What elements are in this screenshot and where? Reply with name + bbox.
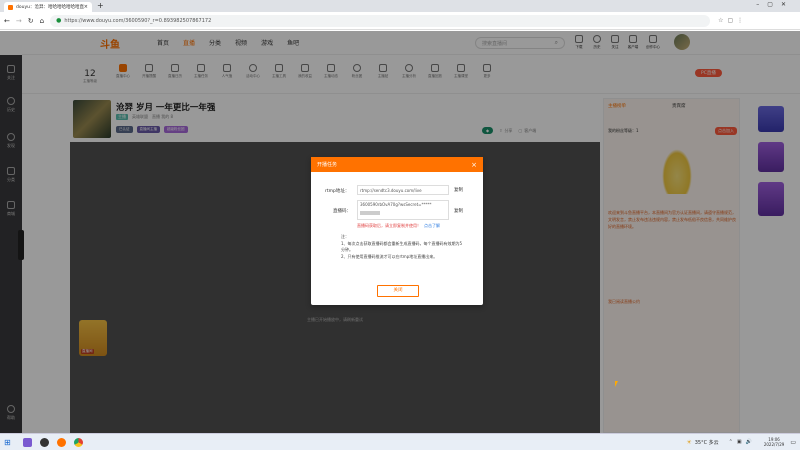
mouse-cursor (615, 381, 618, 387)
modal-notes: 注： 1、每次点击获取直播码都会重新生成直播码，每个直播码有效期为5分钟。 2、… (341, 234, 463, 260)
new-tab-icon[interactable]: + (97, 1, 104, 10)
notification-icon[interactable]: ▭ (790, 439, 796, 446)
rtmp-field[interactable]: rtmp://sendtc3.douyu.com/live (357, 185, 449, 195)
note-2: 2、只有使用直播码推流才可以在rtmp地址直播出来。 (341, 253, 438, 259)
taskbar-app-1-icon[interactable] (22, 437, 32, 447)
taskbar-app-3-icon[interactable] (56, 437, 66, 447)
tray-weather-icon: ☀ (686, 438, 692, 446)
tab-title: douyu：沧羿：哈哈哈哈哈哈哈直播 (16, 5, 84, 10)
windows-taskbar: ⊞ ☀ 35°C 多云 ⌃▣🔊 19:06 2022/7/29 ▭ (0, 433, 800, 450)
rtmp-value: rtmp://sendtc3.douyu.com/live (360, 187, 422, 193)
windows-start-icon[interactable]: ⊞ (4, 438, 11, 447)
help-link[interactable]: 点击了解 (424, 223, 440, 229)
modal-close-icon[interactable]: × (471, 161, 477, 169)
forward-icon[interactable]: → (16, 17, 22, 25)
code-field[interactable]: 3600590rbOvA70g?wsSecret=***** (357, 200, 449, 220)
browser-addressbar: ← → ↻ ⌂ ● https://www.douyu.com/3600590?… (0, 12, 800, 30)
extensions-icons[interactable]: ☆▢⋮ (718, 17, 747, 24)
tray-icons[interactable]: ⌃▣🔊 (729, 439, 756, 445)
modal-close-button[interactable]: 关闭 (377, 285, 419, 297)
modal-title: 开播任务 (317, 162, 338, 168)
window-controls[interactable]: –▢✕ (756, 1, 794, 8)
url-text: https://www.douyu.com/3600590?_r=0.89398… (64, 17, 212, 24)
taskbar-app-2-icon[interactable] (39, 437, 49, 447)
stream-task-modal: 开播任务 × rtmp地址： rtmp://sendtc3.douyu.com/… (311, 157, 483, 305)
modal-warning: 直播码获取后，请立即复制并使用！ 点击了解 (357, 223, 440, 229)
tab-close-icon[interactable]: × (84, 4, 88, 10)
code-value: 3600590rbOvA70g?wsSecret=***** (360, 202, 432, 207)
rtmp-label: rtmp地址： (325, 189, 350, 194)
code-scrollbar[interactable] (360, 211, 380, 215)
modal-header: 开播任务 × (311, 157, 483, 172)
copy-code-button[interactable]: 复制 (454, 208, 463, 214)
home-icon[interactable]: ⌂ (40, 17, 44, 25)
browser-tabbar: douyu：沧羿：哈哈哈哈哈哈哈直播 × + –▢✕ (0, 0, 800, 12)
note-1: 1、每次点击获取直播码都会重新生成直播码，每个直播码有效期为5分钟。 (341, 240, 463, 253)
tray-clock[interactable]: 19:06 2022/7/29 (764, 437, 785, 447)
copy-rtmp-button[interactable]: 复制 (454, 187, 463, 193)
back-icon[interactable]: ← (4, 17, 10, 25)
taskbar-chrome-icon[interactable] (73, 437, 83, 447)
url-bar[interactable]: ● https://www.douyu.com/3600590?_r=0.893… (50, 14, 711, 27)
tab-favicon-icon (8, 4, 13, 10)
code-label: 直播码： (333, 209, 351, 214)
warning-text: 直播码获取后，请立即复制并使用！ (357, 223, 421, 228)
reload-icon[interactable]: ↻ (28, 17, 34, 25)
lock-icon: ● (56, 17, 62, 24)
browser-tab[interactable]: douyu：沧羿：哈哈哈哈哈哈哈直播 × (4, 2, 92, 12)
tray-weather[interactable]: 35°C 多云 (695, 439, 719, 446)
